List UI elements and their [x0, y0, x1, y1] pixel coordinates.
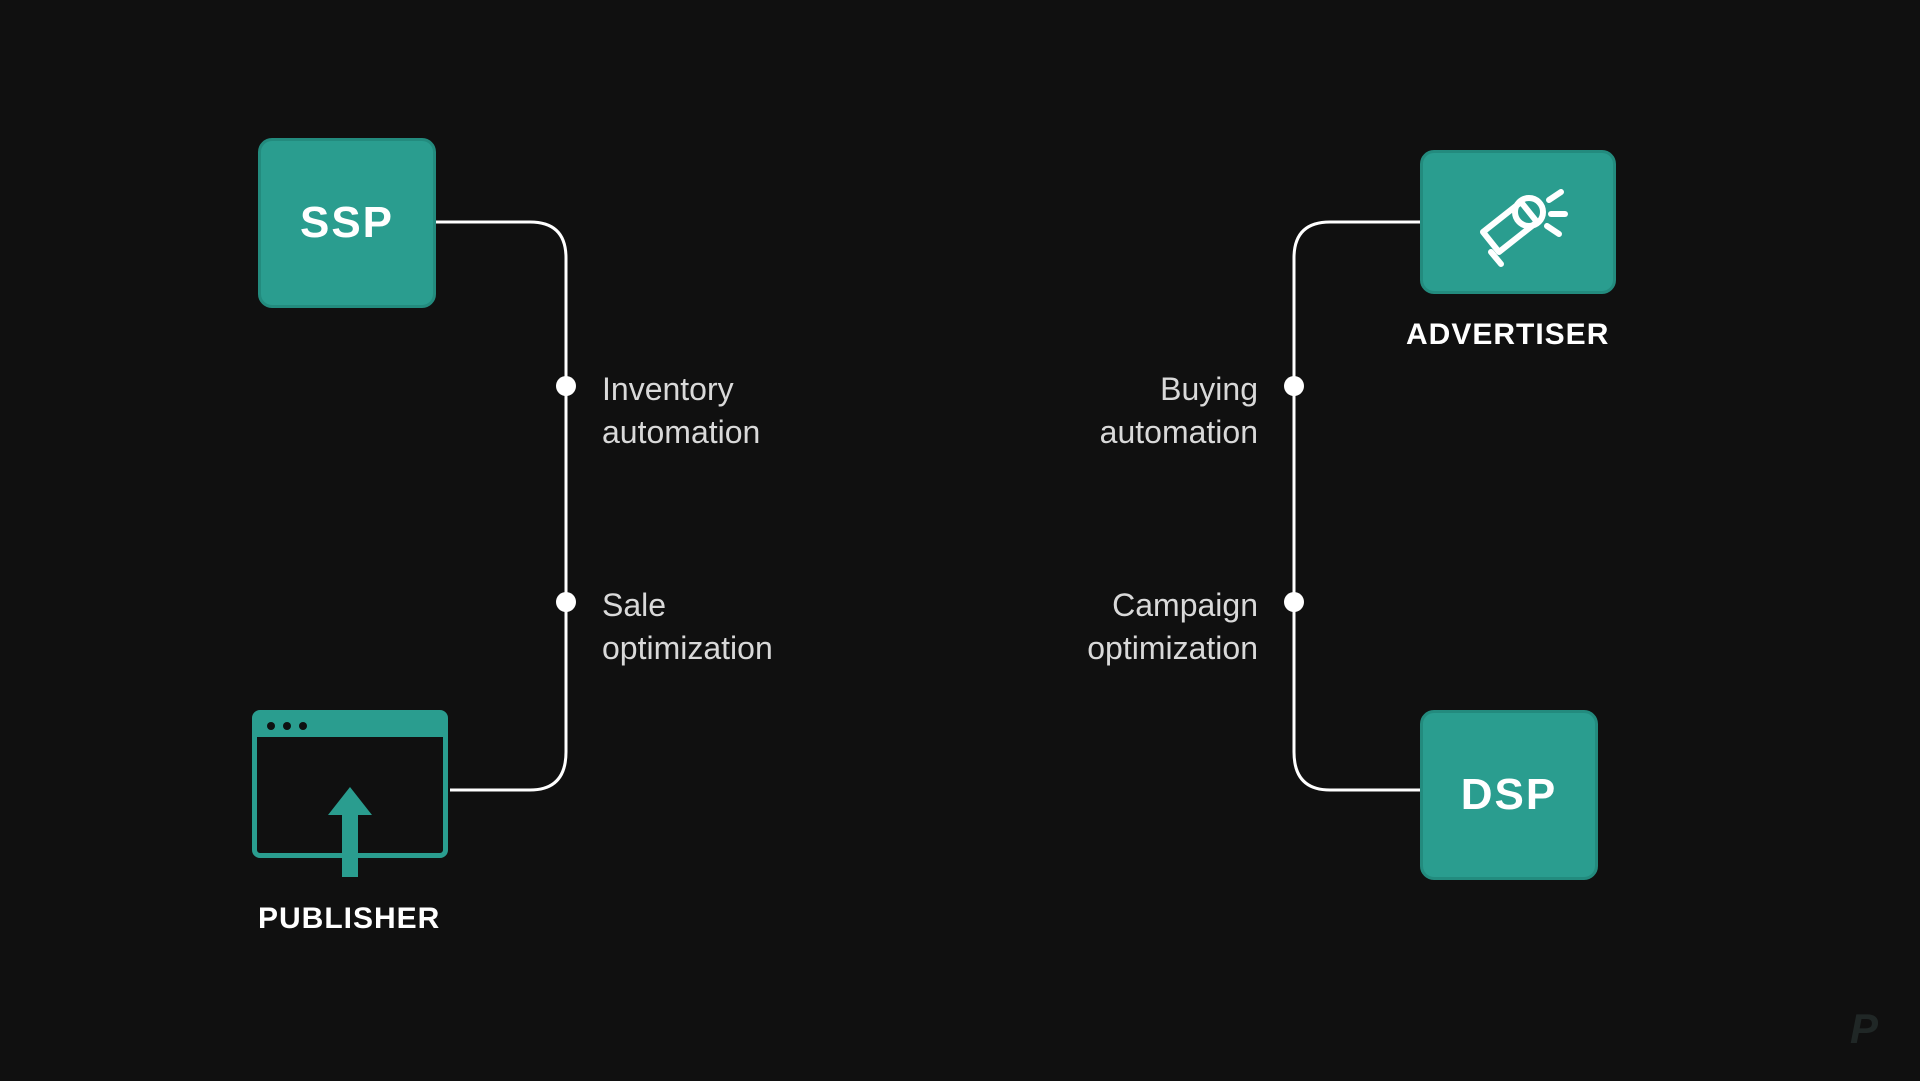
adtech-diagram: SSP DSP ADVERTISER PUBLISHER Inve: [0, 0, 1920, 1081]
publisher-node: [252, 710, 448, 858]
ssp-label: SSP: [300, 198, 394, 248]
connector-dot: [1284, 592, 1304, 612]
dsp-node: DSP: [1420, 710, 1598, 880]
megaphone-icon: [1463, 172, 1573, 272]
right-point1-label: Buying automation: [1100, 368, 1258, 454]
ssp-node: SSP: [258, 138, 436, 308]
upload-arrow-icon: [322, 777, 378, 887]
connector-dot: [1284, 376, 1304, 396]
left-point1-label: Inventory automation: [602, 368, 760, 454]
right-point2-label: Campaign optimization: [1087, 584, 1258, 670]
connector-dot: [556, 376, 576, 396]
publisher-caption: PUBLISHER: [258, 902, 440, 936]
advertiser-node: [1420, 150, 1616, 294]
browser-topbar: [257, 715, 443, 737]
advertiser-caption: ADVERTISER: [1406, 318, 1609, 352]
connector-dot: [556, 592, 576, 612]
dsp-label: DSP: [1461, 770, 1557, 820]
left-point2-label: Sale optimization: [602, 584, 773, 670]
watermark-logo: P: [1850, 1005, 1878, 1053]
